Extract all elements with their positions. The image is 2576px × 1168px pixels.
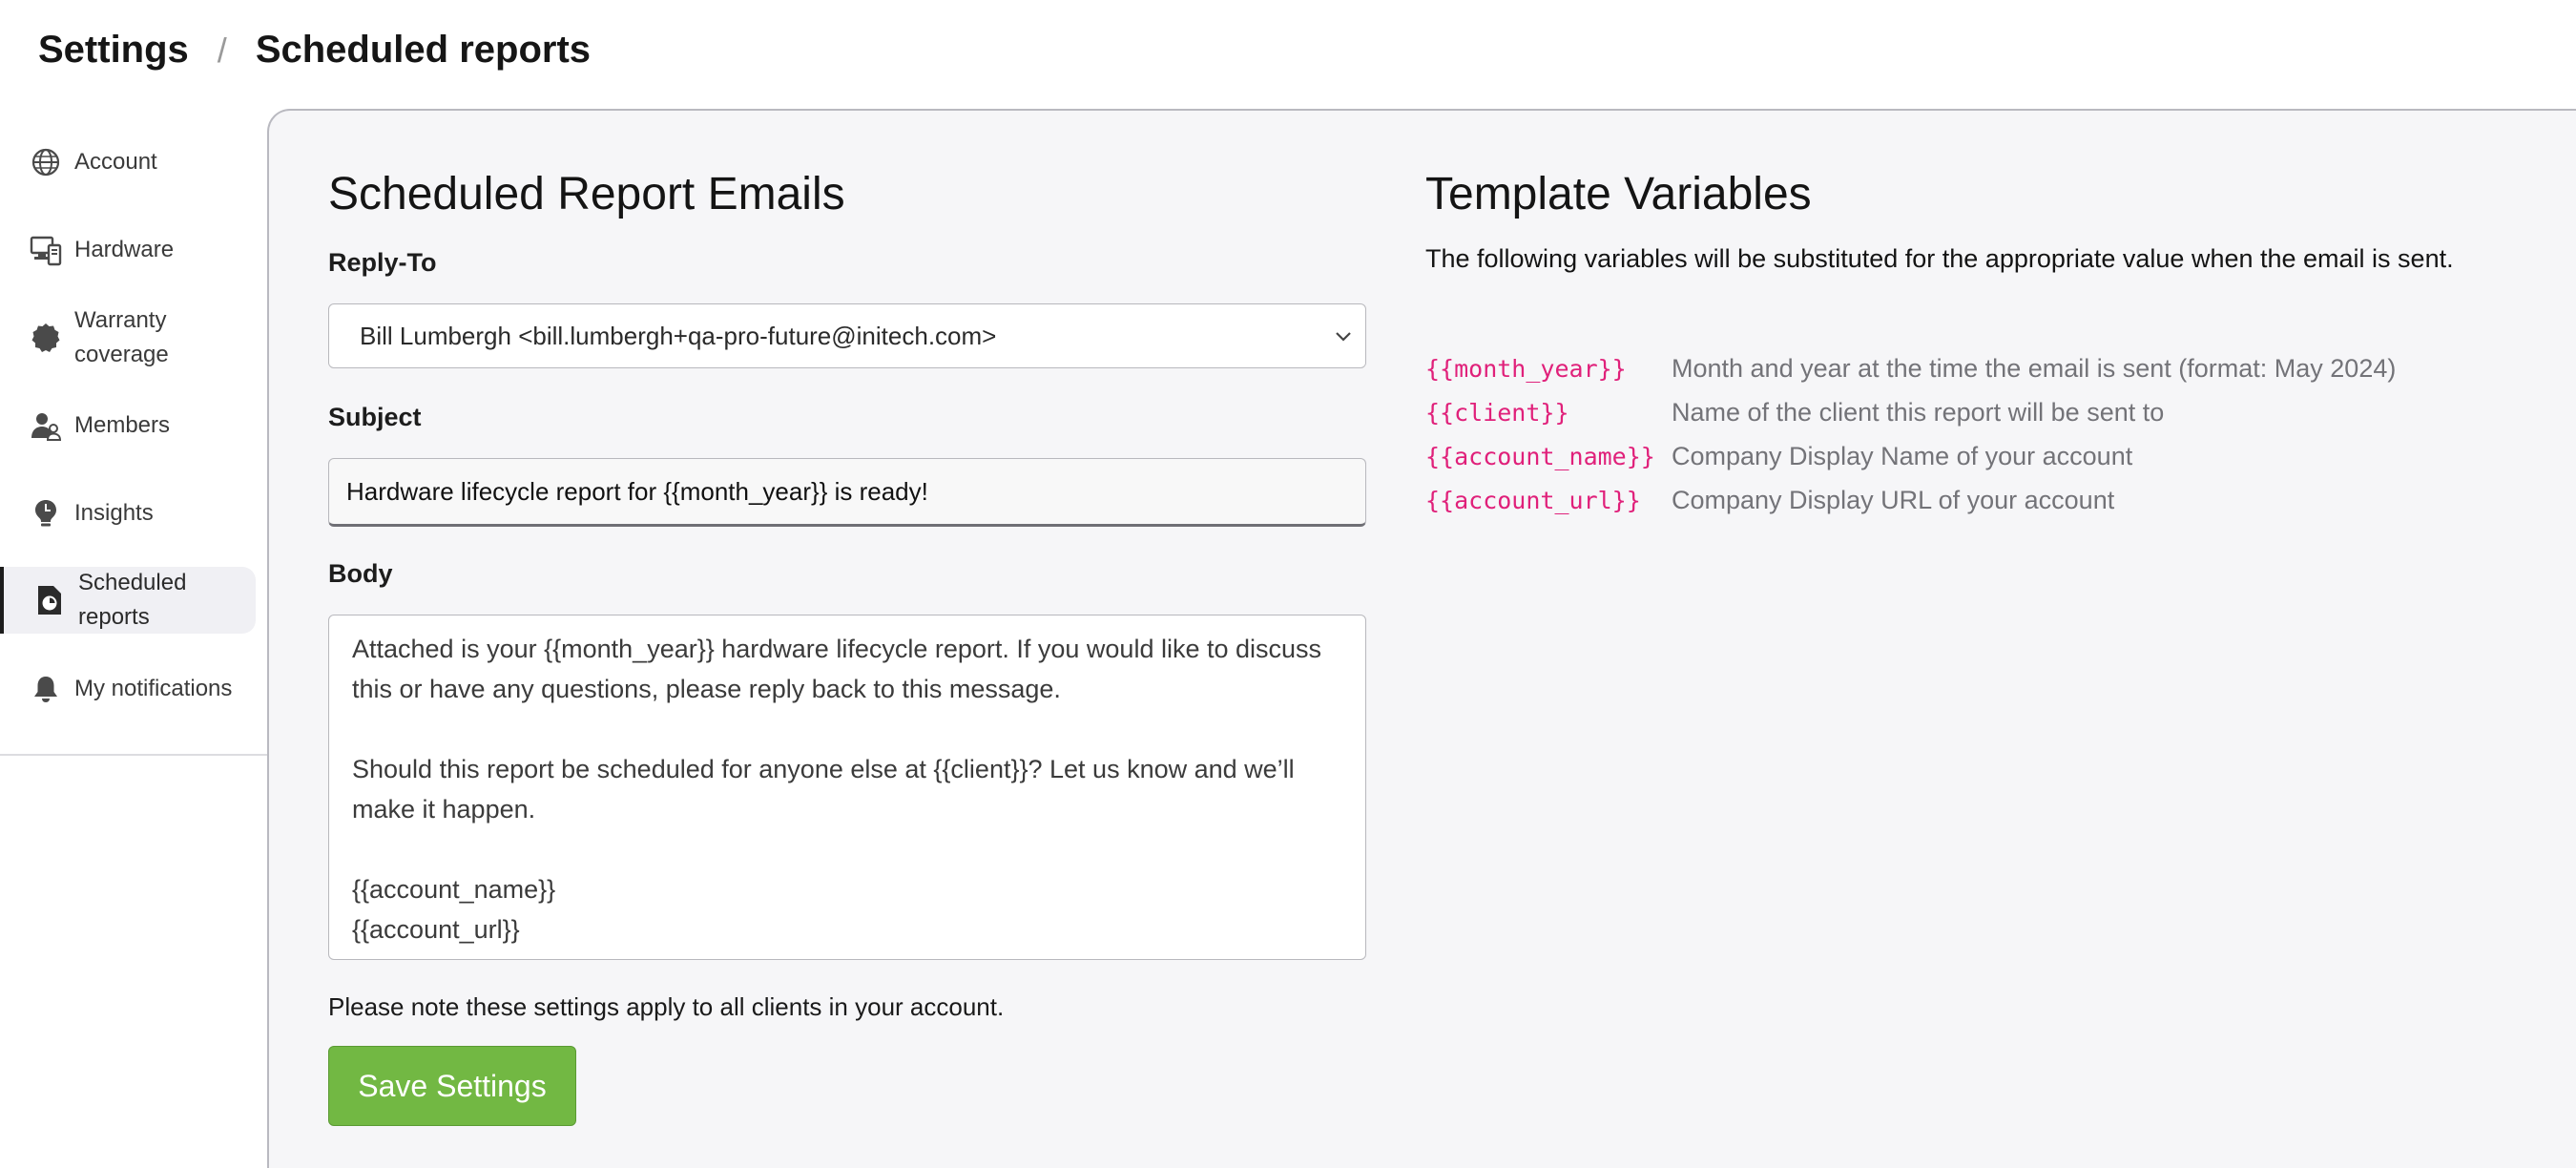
- variable-code: {{account_url}}: [1425, 486, 1641, 514]
- variable-description: Company Display URL of your account: [1672, 485, 2115, 514]
- sidebar-item-scheduled-reports[interactable]: Scheduled reports: [0, 567, 256, 634]
- hardware-icon: [29, 233, 63, 267]
- globe-icon: [29, 145, 63, 179]
- sidebar-item-hardware[interactable]: Hardware: [29, 233, 174, 267]
- scheduled-report-icon: [32, 583, 67, 617]
- sidebar-item-account[interactable]: Account: [29, 145, 157, 179]
- reply-to-label: Reply-To: [328, 248, 437, 277]
- sidebar-item-insights[interactable]: Insights: [29, 496, 154, 531]
- sidebar: Account Hardware Warranty coverage Membe…: [0, 105, 267, 756]
- template-variables-title: Template Variables: [1425, 169, 1812, 219]
- body-textarea[interactable]: Attached is your {{month_year}} hardware…: [328, 615, 1366, 960]
- chevron-down-icon: [1331, 323, 1356, 348]
- sidebar-item-my-notifications[interactable]: My notifications: [29, 672, 232, 706]
- bell-icon: [29, 672, 63, 706]
- sidebar-item-label: Insights: [74, 500, 154, 526]
- sidebar-item-label: Scheduled reports: [78, 570, 187, 630]
- subject-input[interactable]: Hardware lifecycle report for {{month_ye…: [328, 458, 1366, 527]
- sidebar-item-label: Warranty coverage: [74, 307, 169, 367]
- insights-bulb-icon: [29, 496, 63, 531]
- sidebar-item-label: My notifications: [74, 676, 233, 701]
- body-label: Body: [328, 559, 393, 588]
- page-header: Settings / Scheduled reports: [0, 0, 2576, 105]
- page-title: Scheduled reports: [255, 29, 592, 71]
- variable-code: {{account_name}}: [1425, 442, 1655, 470]
- subject-label: Subject: [328, 403, 422, 431]
- subject-input-value: Hardware lifecycle report for {{month_ye…: [346, 476, 928, 506]
- settings-panel: Scheduled Report Emails Reply-To Bill Lu…: [267, 109, 2576, 1168]
- scheduled-report-emails-title: Scheduled Report Emails: [328, 169, 845, 219]
- sidebar-item-label: Account: [74, 149, 157, 175]
- save-settings-button[interactable]: Save Settings: [328, 1046, 576, 1126]
- reply-to-selected-value: Bill Lumbergh <bill.lumbergh+qa-pro-futu…: [360, 321, 997, 350]
- sidebar-item-members[interactable]: Members: [29, 408, 170, 443]
- warranty-badge-icon: [29, 321, 63, 355]
- breadcrumb: Settings / Scheduled reports: [38, 29, 591, 72]
- variable-description: Month and year at the time the email is …: [1672, 353, 2397, 383]
- sidebar-item-label: Members: [74, 412, 171, 438]
- variable-code: {{client}}: [1425, 398, 1569, 427]
- variable-description: Company Display Name of your account: [1672, 441, 2133, 470]
- variable-code: {{month_year}}: [1425, 354, 1627, 383]
- reply-to-select[interactable]: Bill Lumbergh <bill.lumbergh+qa-pro-futu…: [328, 303, 1366, 368]
- variable-row: {{account_url}} Company Display URL of y…: [1425, 481, 2114, 519]
- variable-description: Name of the client this report will be s…: [1672, 397, 2165, 427]
- settings-note: Please note these settings apply to all …: [328, 992, 1005, 1021]
- variable-row: {{account_name}} Company Display Name of…: [1425, 437, 2132, 475]
- breadcrumb-separator: /: [217, 30, 227, 70]
- variable-row: {{client}} Name of the client this repor…: [1425, 393, 2164, 431]
- variable-row: {{month_year}} Month and year at the tim…: [1425, 349, 2396, 387]
- breadcrumb-settings[interactable]: Settings: [38, 29, 189, 72]
- sidebar-item-warranty-coverage[interactable]: Warranty coverage: [29, 303, 189, 372]
- sidebar-item-label: Hardware: [74, 237, 175, 262]
- template-variables-description: The following variables will be substitu…: [1425, 244, 2454, 273]
- members-icon: [29, 408, 63, 443]
